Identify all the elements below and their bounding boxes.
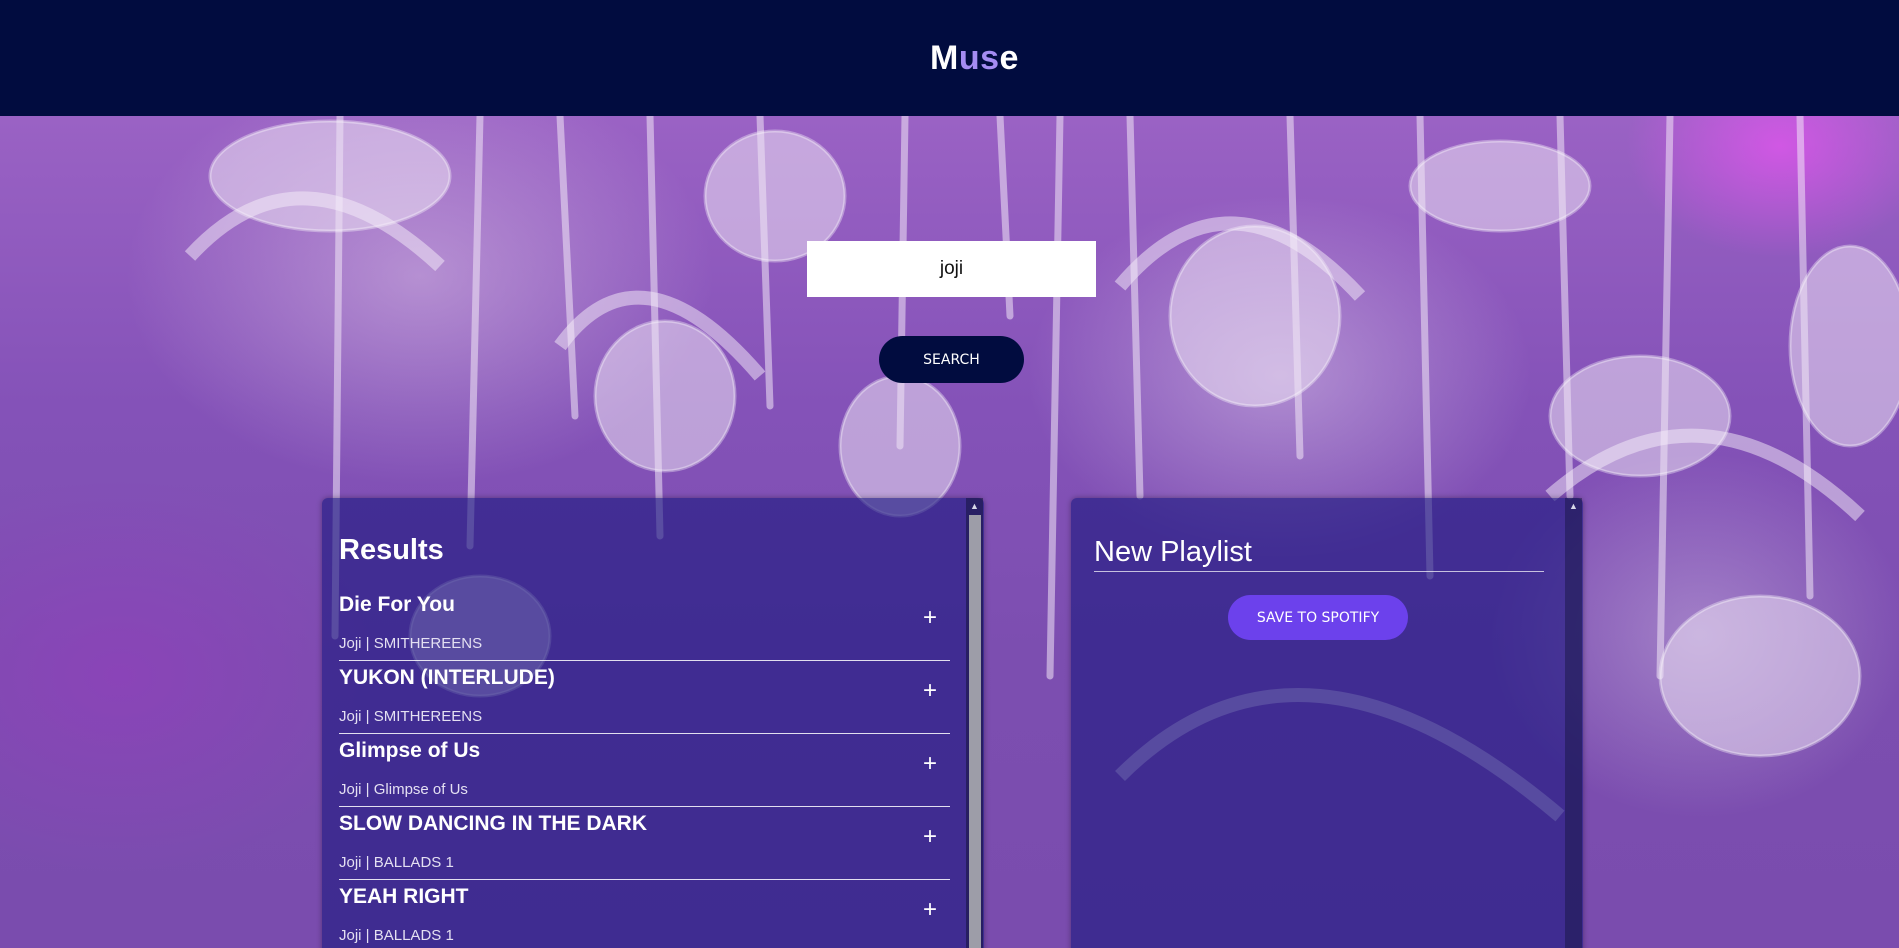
playlist-panel: SAVE TO SPOTIFY ▲ — [1071, 498, 1583, 948]
jammming-app: Muse joji SEARCH Results Die For You Joj… — [0, 0, 1899, 948]
track-item: SLOW DANCING IN THE DARK Joji | BALLADS … — [339, 807, 950, 880]
scroll-up-arrow-icon[interactable]: ▲ — [966, 498, 983, 515]
track-artist-album: Joji | BALLADS 1 — [339, 854, 454, 871]
track-item: Glimpse of Us Joji | Glimpse of Us + — [339, 734, 950, 807]
search-input[interactable] — [807, 241, 1096, 297]
save-to-spotify-button[interactable]: SAVE TO SPOTIFY — [1228, 595, 1408, 640]
playlist-scrollbar[interactable]: ▲ — [1565, 498, 1582, 948]
logo-accent: us — [958, 38, 1000, 77]
add-track-button[interactable]: + — [918, 898, 942, 922]
track-item: YUKON (INTERLUDE) Joji | SMITHEREENS + — [339, 661, 950, 734]
app-header: Muse — [0, 0, 1899, 116]
track-title: Glimpse of Us — [339, 739, 481, 762]
scroll-up-arrow-icon[interactable]: ▲ — [1565, 498, 1582, 515]
track-item: Die For You Joji | SMITHEREENS + — [339, 588, 950, 661]
track-artist-album: Joji | SMITHEREENS — [339, 708, 483, 725]
app-logo: Muse — [930, 39, 1019, 78]
track-artist-album: Joji | BALLADS 1 — [339, 927, 454, 944]
track-title: Die For You — [339, 593, 455, 616]
add-track-button[interactable]: + — [918, 752, 942, 776]
results-panel: Results Die For You Joji | SMITHEREENS +… — [322, 498, 984, 948]
track-title: YUKON (INTERLUDE) — [339, 666, 555, 689]
track-item: YEAH RIGHT Joji | BALLADS 1 + — [339, 880, 950, 948]
track-artist-album: Joji | SMITHEREENS — [339, 635, 483, 652]
track-title: SLOW DANCING IN THE DARK — [339, 812, 647, 835]
track-artist-album: Joji | Glimpse of Us — [339, 781, 468, 798]
results-scrollbar[interactable]: ▲ — [966, 498, 983, 948]
playlist-name-input[interactable] — [1094, 536, 1544, 572]
scroll-thumb[interactable] — [969, 515, 981, 948]
logo-suffix: e — [999, 38, 1019, 77]
add-track-button[interactable]: + — [918, 606, 942, 630]
track-title: YEAH RIGHT — [339, 885, 469, 908]
logo-prefix: M — [930, 38, 959, 77]
search-button[interactable]: SEARCH — [879, 336, 1024, 383]
add-track-button[interactable]: + — [918, 825, 942, 849]
add-track-button[interactable]: + — [918, 679, 942, 703]
results-title: Results — [339, 534, 444, 566]
